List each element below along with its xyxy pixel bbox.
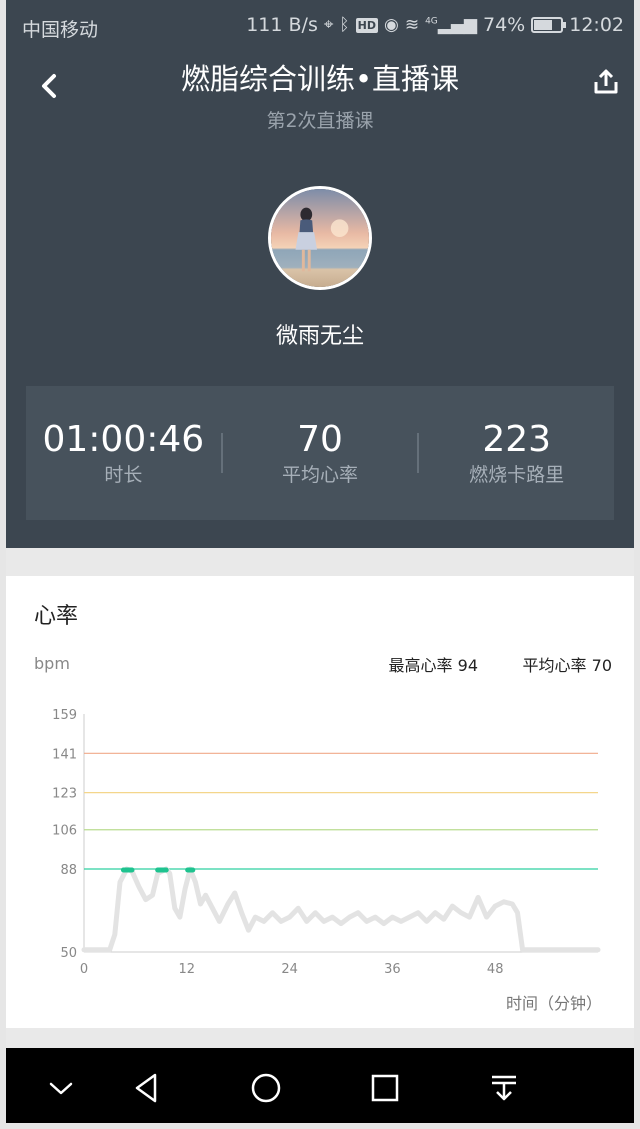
carrier-label: 中国移动 (22, 19, 99, 41)
collapse-nav-button[interactable] (39, 1066, 83, 1110)
nav-back-button[interactable] (125, 1066, 169, 1110)
battery-fill (534, 20, 552, 30)
nav-home-button[interactable] (244, 1066, 288, 1110)
stats-panel: 01:00:46 时长 70 平均心率 223 燃烧卡路里 (26, 386, 614, 520)
x-tick-label: 48 (487, 962, 504, 977)
x-axis-label: 时间（分钟） (505, 994, 602, 1013)
x-tick-label: 36 (384, 962, 401, 977)
nav-recents-button[interactable] (363, 1066, 407, 1110)
header: 中国移动 111 B/s ⌖ ᛒ HD ◉ ≋ 4G▂▄▆ 74% 12:02 … (6, 0, 634, 548)
location-icon: ⌖ (323, 15, 334, 35)
signal-label: 4G (425, 16, 438, 27)
network-speed: 111 B/s (246, 14, 318, 36)
share-icon (594, 69, 618, 94)
app-frame: 中国移动 111 B/s ⌖ ᛒ HD ◉ ≋ 4G▂▄▆ 74% 12:02 … (0, 0, 640, 1129)
pull-down-icon (492, 1075, 516, 1101)
y-tick-label: 159 (52, 708, 77, 723)
circle-home-icon (251, 1073, 281, 1103)
stat-value: 70 (297, 419, 343, 460)
y-tick-label: 88 (60, 863, 77, 878)
triangle-back-icon (135, 1073, 157, 1103)
battery-percent: 74% (483, 14, 526, 36)
hd-badge: HD (355, 17, 378, 33)
heart-rate-card: 心率 bpm 最高心率 94 平均心率 70 50 88 106 123 141 159 0… (6, 576, 634, 1028)
heart-rate-unit: bpm (34, 654, 70, 673)
heart-rate-line (81, 866, 601, 953)
max-heart-rate: 最高心率 94 (388, 656, 478, 675)
stat-value: 223 (482, 419, 552, 460)
stat-label: 平均心率 (282, 464, 359, 486)
stat-label: 燃烧卡路里 (469, 464, 565, 486)
signal-icon: 4G▂▄▆ (425, 15, 477, 35)
username: 微雨无尘 (275, 324, 364, 349)
stat-label: 时长 (104, 464, 143, 486)
square-recents-icon (371, 1074, 399, 1102)
status-bar: 中国移动 111 B/s ⌖ ᛒ HD ◉ ≋ 4G▂▄▆ 74% 12:02 (6, 0, 634, 52)
y-tick-label: 106 (52, 824, 77, 839)
eye-icon: ◉ (383, 15, 399, 35)
x-tick-label: 12 (179, 962, 196, 977)
stat-calories: 223 燃烧卡路里 (419, 418, 614, 488)
avatar[interactable] (268, 186, 372, 290)
y-tick-label: 123 (52, 787, 77, 802)
bluetooth-icon: ᛒ (339, 15, 350, 35)
stat-avg-heart-rate: 70 平均心率 (223, 418, 418, 488)
x-tick-label: 0 (80, 962, 88, 977)
page-subtitle: 第2次直播课 (266, 110, 374, 132)
heart-rate-chart: 50 88 106 123 141 159 0 12 24 36 48 (52, 708, 601, 977)
stat-duration: 01:00:46 时长 (26, 418, 221, 488)
status-icons: 111 B/s ⌖ ᛒ HD ◉ ≋ 4G▂▄▆ 74% 12:02 (246, 14, 624, 36)
clock: 12:02 (569, 14, 624, 36)
share-button[interactable] (588, 64, 624, 100)
heart-rate-title: 心率 (34, 604, 79, 629)
avatar-image (271, 189, 369, 287)
wifi-icon: ≋ (404, 15, 420, 35)
y-tick-label: 141 (52, 747, 77, 762)
stat-value: 01:00:46 (42, 419, 205, 460)
x-tick-label: 24 (281, 962, 298, 977)
avg-heart-rate: 平均心率 70 (522, 656, 612, 675)
chevron-down-icon (49, 1082, 73, 1095)
notification-pull-button[interactable] (482, 1066, 526, 1110)
system-nav-bar (6, 1048, 634, 1123)
battery-icon (531, 17, 567, 33)
y-tick-label: 50 (60, 946, 77, 961)
page-title: 燃脂综合训练•直播课 (180, 62, 460, 96)
